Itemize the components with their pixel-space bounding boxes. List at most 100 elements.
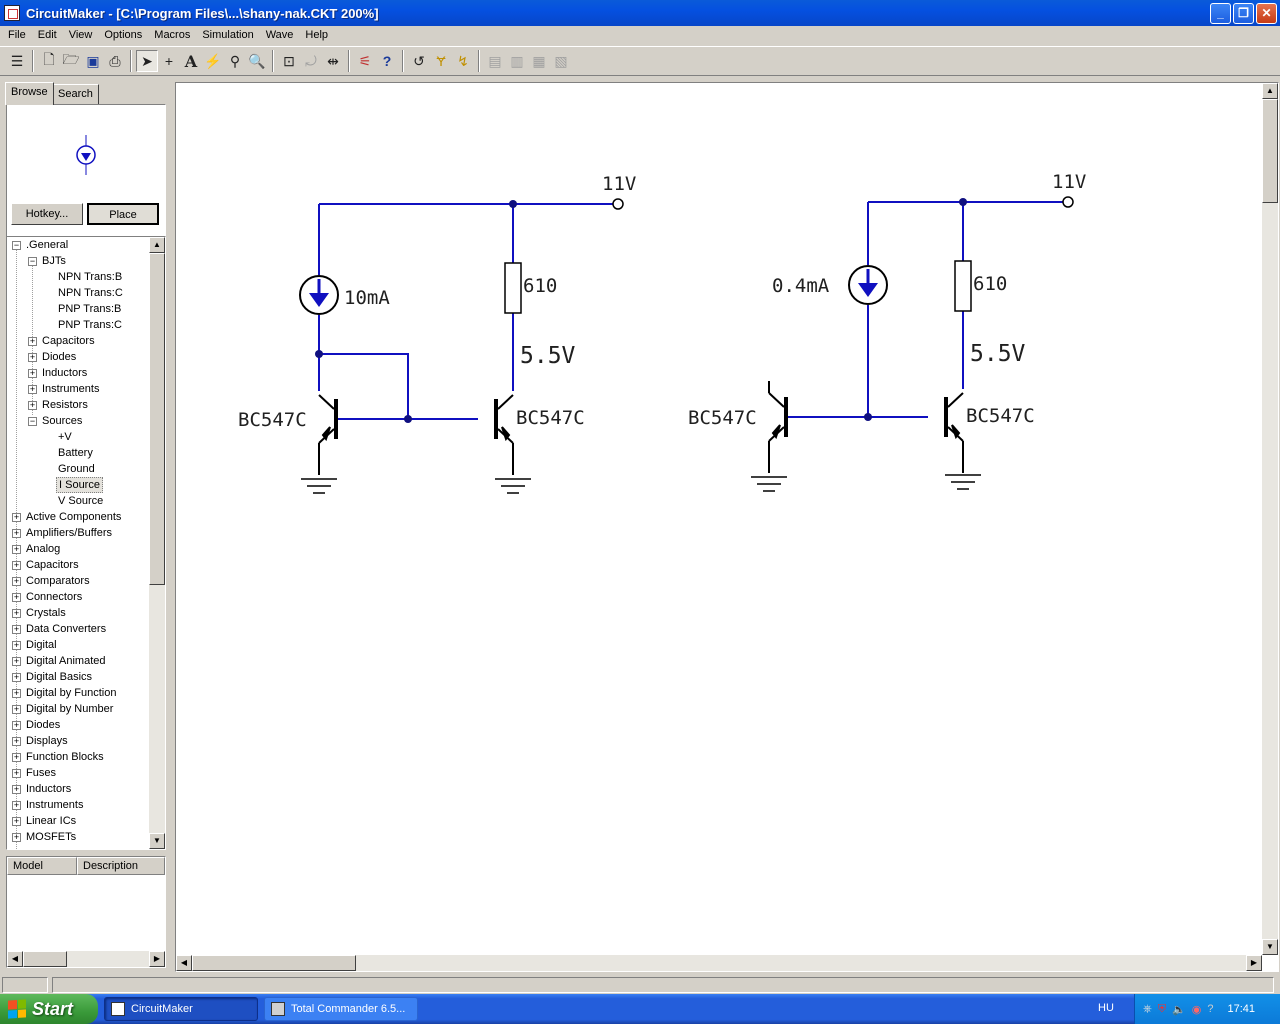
tree-item-ground[interactable]: Ground [58, 461, 95, 477]
expand-toggle[interactable]: + [12, 561, 21, 570]
save-icon[interactable]: ▣ [82, 50, 104, 72]
expand-toggle[interactable]: + [12, 833, 21, 842]
model-scroll-thumb[interactable] [23, 951, 67, 967]
expand-toggle[interactable]: + [12, 545, 21, 554]
title-bar[interactable]: CircuitMaker - [C:\Program Files\...\sha… [0, 0, 1280, 26]
canvas-vscrollbar[interactable]: ▲ ▼ [1262, 83, 1278, 955]
align-icon[interactable]: ▦ [528, 50, 550, 72]
tray-help-icon[interactable]: ? [1207, 1003, 1213, 1015]
tree-item-category[interactable]: Digital by Function [26, 685, 117, 701]
scroll-down-arrow-icon[interactable]: ▼ [1262, 939, 1278, 955]
current-label-right[interactable]: 0.4mA [772, 275, 830, 297]
model-hscrollbar[interactable]: ◀ ▶ [7, 951, 165, 967]
task-total-commander[interactable]: Total Commander 6.5... [264, 997, 418, 1021]
tree-item-plus-v[interactable]: +V [58, 429, 72, 445]
tree-item-category[interactable]: Comparators [26, 573, 90, 589]
scroll-right-arrow-icon[interactable]: ▶ [1246, 955, 1262, 971]
tree-item-category[interactable]: Analog [26, 541, 60, 557]
rotate-icon[interactable]: ⤾ [300, 50, 322, 72]
transistor-left-q1[interactable] [318, 394, 338, 475]
tree-item-category[interactable]: Data Converters [26, 621, 106, 637]
tree-item-category[interactable]: Diodes [26, 717, 60, 733]
start-button[interactable]: Start [0, 994, 98, 1024]
align-icon[interactable]: ▥ [506, 50, 528, 72]
menu-file[interactable]: File [2, 29, 32, 41]
expand-toggle[interactable]: + [12, 705, 21, 714]
tree-item-general[interactable]: .General [26, 237, 68, 253]
expand-toggle[interactable]: + [28, 369, 37, 378]
scroll-left-arrow-icon[interactable]: ◀ [176, 955, 192, 971]
expand-toggle[interactable]: + [12, 769, 21, 778]
tab-search[interactable]: Search [52, 84, 99, 104]
scroll-right-arrow-icon[interactable]: ▶ [149, 951, 165, 967]
language-indicator[interactable]: HU [1098, 1002, 1114, 1014]
expand-toggle[interactable]: + [12, 673, 21, 682]
tree-item-pnp-c[interactable]: PNP Trans:C [58, 317, 122, 333]
reset-icon[interactable]: ↺ [408, 50, 430, 72]
tree-item-category[interactable]: Active Components [26, 509, 121, 525]
new-icon[interactable]: 🗋 [38, 50, 60, 72]
canvas-vscroll-thumb[interactable] [1262, 99, 1278, 203]
open-icon[interactable]: 🗁 [60, 50, 82, 72]
align-icon[interactable]: ▧ [550, 50, 572, 72]
help-icon[interactable]: ? [376, 50, 398, 72]
expand-toggle[interactable]: + [12, 593, 21, 602]
schematic-drawing[interactable]: 11V 10mA 610 5.5V BC547C BC547C 11V 0.4m… [176, 83, 1260, 955]
tree-item-battery[interactable]: Battery [58, 445, 93, 461]
tree-item-bjts[interactable]: BJTs [42, 253, 66, 269]
resistor-label-left[interactable]: 610 [523, 275, 557, 297]
resistor-left[interactable] [504, 262, 522, 314]
expand-toggle[interactable]: + [28, 353, 37, 362]
hotkey-button[interactable]: Hotkey... [11, 203, 83, 225]
expand-toggle[interactable]: + [12, 529, 21, 538]
menu-view[interactable]: View [63, 29, 99, 41]
q1-label-right[interactable]: BC547C [688, 407, 757, 429]
tree-item-category[interactable]: Digital Basics [26, 669, 92, 685]
menu-wave[interactable]: Wave [260, 29, 300, 41]
resistor-right[interactable] [954, 260, 972, 312]
tree-item-category[interactable]: Linear ICs [26, 813, 76, 829]
mirror-icon[interactable]: ⇹ [322, 50, 344, 72]
tray-app-icon[interactable]: ◉ [1192, 1003, 1202, 1016]
tree-item-inductors[interactable]: Inductors [42, 365, 87, 381]
node-voltage-right[interactable]: 5.5V [970, 341, 1026, 367]
menu-edit[interactable]: Edit [32, 29, 63, 41]
transistor-right-q1[interactable] [768, 381, 788, 473]
place-button[interactable]: Place [87, 203, 159, 225]
close-button[interactable]: ✕ [1256, 3, 1277, 24]
tray-network-icon[interactable]: ⎈ [1143, 1003, 1152, 1016]
expand-toggle[interactable]: + [12, 753, 21, 762]
expand-toggle[interactable]: + [12, 689, 21, 698]
scroll-down-arrow-icon[interactable]: ▼ [149, 833, 165, 849]
current-source-left[interactable] [299, 275, 339, 315]
tab-browse[interactable]: Browse [5, 82, 54, 105]
wand-icon[interactable]: ⚲ [224, 50, 246, 72]
wire-icon[interactable]: + [158, 50, 180, 72]
tree-item-category[interactable]: Crystals [26, 605, 66, 621]
zoom-fit-icon[interactable]: ⊡ [278, 50, 300, 72]
expand-toggle[interactable]: + [12, 641, 21, 650]
tree-item-category[interactable]: MOSFETs [26, 829, 76, 845]
canvas-hscroll-thumb[interactable] [192, 955, 356, 971]
q1-label-left[interactable]: BC547C [238, 409, 307, 431]
tree-item-category[interactable]: Fuses [26, 765, 56, 781]
expand-toggle[interactable]: + [28, 385, 37, 394]
pointer-icon[interactable]: ➤ [136, 50, 158, 72]
collapse-toggle[interactable]: − [28, 417, 37, 426]
minimize-button[interactable]: _ [1210, 3, 1231, 24]
tree-item-v-source[interactable]: V Source [58, 493, 103, 509]
probe-icon[interactable]: ⚡ [202, 50, 224, 72]
expand-toggle[interactable]: + [28, 401, 37, 410]
simulation-icon[interactable]: ⚟ [354, 50, 376, 72]
text-icon[interactable]: A [180, 50, 202, 72]
q2-label-left[interactable]: BC547C [516, 407, 585, 429]
component-panel-icon[interactable]: ☰ [6, 50, 28, 72]
expand-toggle[interactable]: + [12, 657, 21, 666]
tray-volume-icon[interactable]: 🔈 [1172, 1003, 1186, 1016]
tree-item-category[interactable]: Function Blocks [26, 749, 104, 765]
model-column-header[interactable]: Model [7, 857, 77, 875]
run-icon[interactable]: ↯ [452, 50, 474, 72]
tree-item-pnp-b[interactable]: PNP Trans:B [58, 301, 121, 317]
collapse-toggle[interactable]: − [12, 241, 21, 250]
tree-item-i-source[interactable]: I Source [56, 477, 103, 493]
